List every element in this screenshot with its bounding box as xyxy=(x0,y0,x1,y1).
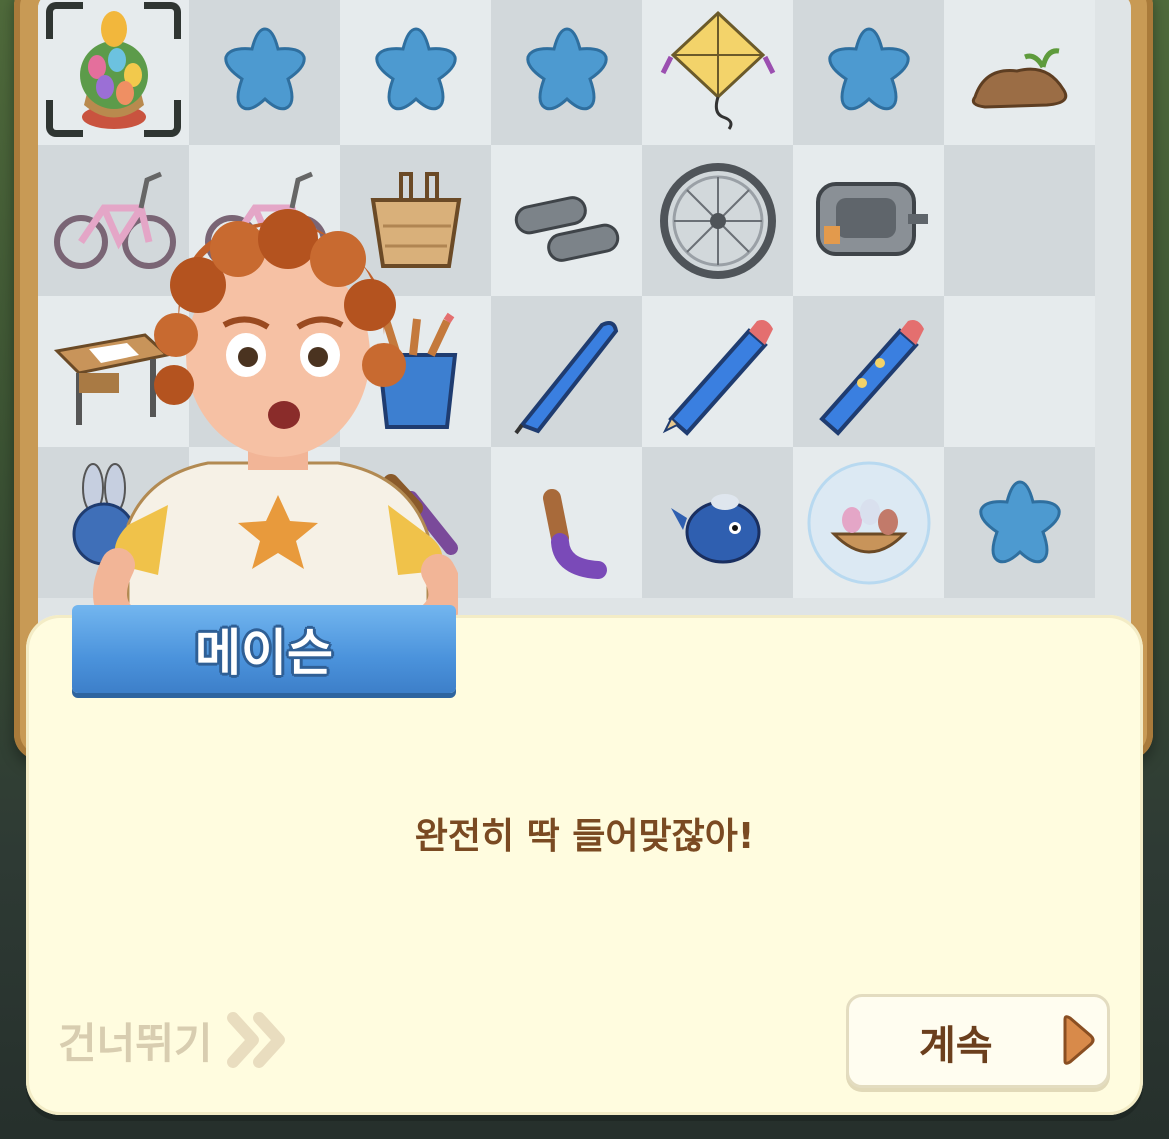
character-portrait xyxy=(93,209,458,625)
board-cell[interactable] xyxy=(642,0,793,145)
board-cell[interactable] xyxy=(491,296,642,447)
speaker-name-banner: 메이슨 xyxy=(72,605,456,693)
board-cell[interactable] xyxy=(793,447,944,598)
blue-star-icon xyxy=(827,26,910,110)
toy-leg-icon xyxy=(542,488,607,579)
continue-label: 계속 xyxy=(919,1023,993,1069)
board-cell[interactable] xyxy=(944,296,1095,447)
kite-icon xyxy=(660,10,775,130)
board-cell[interactable] xyxy=(642,145,793,296)
skip-label: 건너뛰기 xyxy=(58,1018,213,1068)
bike-wheel-icon xyxy=(659,162,776,279)
board-cell[interactable] xyxy=(491,447,642,598)
blue-bird-icon xyxy=(670,493,760,563)
skip-button[interactable]: 건너뛰기 xyxy=(58,1010,289,1070)
blue-pencil-icon xyxy=(662,319,773,436)
blue-star-icon xyxy=(978,479,1061,563)
board-cell[interactable] xyxy=(38,0,189,145)
chewed-pencil-icon xyxy=(818,319,924,436)
board-cell[interactable] xyxy=(189,0,340,145)
play-arrow-icon xyxy=(1063,1015,1095,1065)
blue-star-icon xyxy=(374,26,457,110)
board-cell[interactable] xyxy=(340,0,491,145)
board-cell[interactable] xyxy=(944,0,1095,145)
continue-button[interactable]: 계속 xyxy=(846,994,1110,1088)
blue-pen-icon xyxy=(513,320,618,434)
board-cell[interactable] xyxy=(944,447,1095,598)
board-cell[interactable] xyxy=(793,0,944,145)
board-cell[interactable] xyxy=(642,296,793,447)
dialog-text: 완전히 딱 들어맞잖아! xyxy=(414,816,755,857)
speaker-name: 메이슨 xyxy=(195,624,333,682)
board-cell[interactable] xyxy=(944,145,1095,296)
board-cell[interactable] xyxy=(491,0,642,145)
handlebar-grips-icon xyxy=(514,195,619,262)
double-chevron-right-icon xyxy=(226,1012,285,1068)
bike-pedal-icon xyxy=(815,181,928,256)
board-cell[interactable] xyxy=(793,145,944,296)
board-cell[interactable] xyxy=(491,145,642,296)
egg-basket-bubble-icon xyxy=(807,461,930,584)
easter-egg-tree-icon xyxy=(79,10,148,129)
blue-star-icon xyxy=(223,26,306,110)
blue-star-icon xyxy=(525,26,608,110)
board-cell[interactable] xyxy=(642,447,793,598)
dirt-mound-icon xyxy=(971,47,1067,109)
board-cell[interactable] xyxy=(793,296,944,447)
